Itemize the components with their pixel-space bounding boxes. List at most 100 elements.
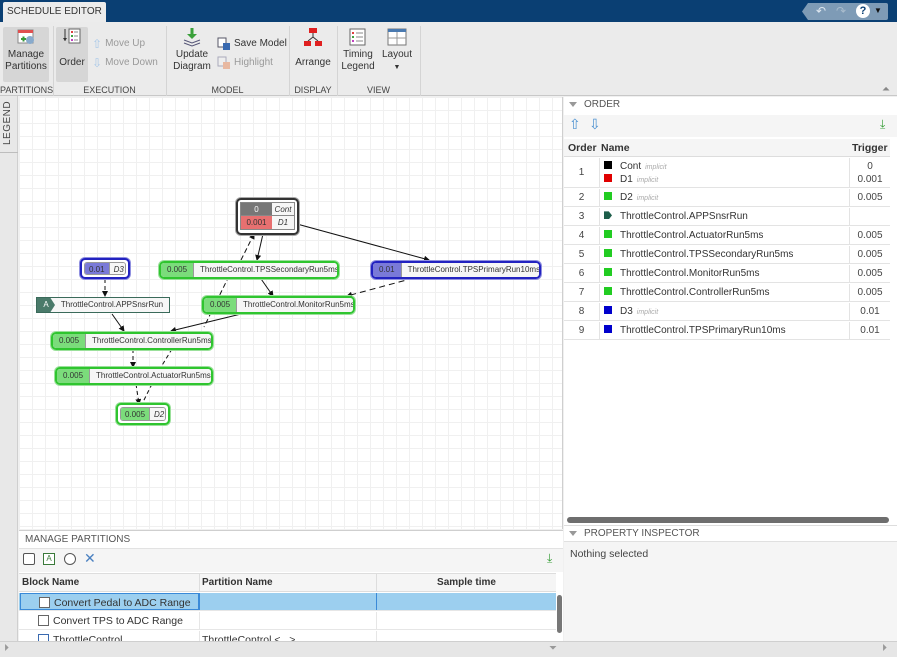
status-bar: ⏵ ⏷ ⏵	[0, 641, 897, 657]
column-header-partition-name[interactable]: Partition Name	[199, 574, 376, 591]
order-button[interactable]: Order	[56, 27, 88, 82]
trigger-cell: 0.005	[849, 246, 890, 263]
save-model-button[interactable]: Save Model	[217, 37, 287, 51]
edge	[346, 277, 415, 298]
group-label-partitions: PARTITIONS	[0, 85, 54, 95]
node-rate: 0.01	[373, 263, 401, 277]
node-cont-d1[interactable]: 0 Cont 0.001 D1	[236, 198, 299, 235]
order-entry-name: ThrottleControl.ActuatorRun5ms	[604, 230, 763, 241]
trigger-value: 0.01	[860, 325, 880, 336]
help-dropdown-icon[interactable]: ▼	[874, 6, 882, 15]
table-row[interactable]: Convert Pedal to ADC Range	[19, 593, 556, 611]
rate-color-icon	[604, 192, 612, 201]
entry-name: ThrottleControl.APPSnsrRun	[620, 211, 748, 222]
order-row[interactable]: 9 0.01 ThrottleControl.TPSPrimaryRun10ms	[564, 322, 890, 340]
delete-partition-icon[interactable]: ✕	[84, 550, 96, 567]
trigger-value: 0.005	[857, 268, 883, 279]
order-row[interactable]: 5 0.005 ThrottleControl.TPSSecondaryRun5ms	[564, 246, 890, 264]
timing-legend-button[interactable]: Timing Legend	[340, 27, 376, 82]
tab-schedule-editor[interactable]: SCHEDULE EDITOR	[3, 2, 106, 23]
apply-order-icon[interactable]: ⤓	[880, 117, 885, 132]
order-row[interactable]: 6 0.005 ThrottleControl.MonitorRun5ms	[564, 265, 890, 283]
title-bar: SCHEDULE EDITOR ↶ ↷ ? ▼	[0, 0, 897, 23]
partition-name-cell[interactable]	[199, 593, 376, 610]
node-d2[interactable]: 0.005 D2	[116, 403, 170, 425]
legend-tab[interactable]: LEGEND	[0, 97, 18, 153]
column-header-trigger[interactable]: Trigger	[852, 139, 888, 157]
order-row[interactable]: 3 ThrottleControl.APPSnsrRun	[564, 208, 890, 226]
node-name: D1	[272, 216, 294, 229]
order-row[interactable]: 2 0.005 D2 implicit	[564, 189, 890, 207]
redo-icon[interactable]: ↷	[836, 4, 846, 18]
collapse-ribbon-icon[interactable]: ⏶	[882, 84, 890, 95]
order-row[interactable]: 7 0.005 ThrottleControl.ControllerRun5ms	[564, 284, 890, 302]
expand-left-icon[interactable]: ⏵	[4, 643, 9, 654]
edge	[240, 233, 255, 261]
column-header-sample-time[interactable]: Sample time	[376, 574, 556, 591]
manage-partitions-button[interactable]: Manage Partitions	[3, 27, 49, 82]
column-header-block-name[interactable]: Block Name	[21, 574, 199, 591]
rate-color-icon	[604, 174, 612, 183]
partition-name-cell[interactable]	[199, 612, 376, 629]
trigger-cell: 0.01	[849, 322, 890, 339]
node-d3[interactable]: 0.01 D3	[80, 258, 130, 279]
empty-selection-text: Nothing selected	[570, 548, 649, 560]
add-partition-icon[interactable]	[64, 553, 76, 565]
edge	[142, 383, 153, 403]
highlight-button[interactable]: Highlight	[217, 56, 273, 70]
layout-dropdown-icon: ▼	[393, 64, 401, 71]
undo-icon[interactable]: ↶	[816, 4, 826, 18]
sample-time-cell[interactable]	[376, 631, 556, 641]
order-row[interactable]: 8 0.01 D3 implicit	[564, 303, 890, 321]
entry-name: D3	[620, 306, 633, 317]
node-controller[interactable]: 0.005 ThrottleControl.ControllerRun5ms	[51, 332, 213, 350]
trigger-cell: 0.005	[849, 227, 890, 244]
save-model-icon	[217, 37, 230, 50]
layout-icon	[387, 28, 407, 46]
node-apps[interactable]: A ThrottleControl.APPSnsrRun	[36, 297, 170, 313]
order-row[interactable]: 1 0 0.001 Cont implicit D1 implicit	[564, 158, 890, 188]
move-down-button[interactable]: ⇩ Move Down	[92, 56, 158, 70]
node-monitor[interactable]: 0.005 ThrottleControl.MonitorRun5ms	[202, 296, 355, 314]
horizontal-scrollbar[interactable]	[567, 517, 889, 523]
order-row[interactable]: 4 0.005 ThrottleControl.ActuatorRun5ms	[564, 227, 890, 245]
node-rate: 0.001	[241, 216, 272, 229]
node-rate: 0.005	[204, 298, 237, 312]
arrange-icon	[304, 28, 322, 46]
order-entry-name: D1 implicit	[604, 174, 658, 185]
entry-name: ThrottleControl.MonitorRun5ms	[620, 268, 760, 279]
expand-right-icon[interactable]: ⏵	[882, 643, 887, 654]
rate-color-icon	[604, 306, 612, 315]
layout-button[interactable]: Layout ▼	[380, 27, 414, 82]
move-up-button[interactable]: ⇧ Move Up	[92, 37, 145, 51]
column-header-order[interactable]: Order	[568, 139, 597, 157]
panel-title: MANAGE PARTITIONS	[25, 534, 131, 545]
sample-time-cell[interactable]	[376, 593, 556, 610]
column-header-name[interactable]: Name	[601, 139, 630, 157]
move-down-icon[interactable]: ⇩	[589, 116, 601, 133]
add-aperiodic-partition-icon[interactable]: A	[43, 553, 55, 565]
order-entry-name: ThrottleControl.TPSPrimaryRun10ms	[604, 325, 786, 336]
table-row[interactable]: Convert TPS to ADC Range	[19, 612, 556, 630]
sample-time-cell[interactable]	[376, 612, 556, 629]
help-icon[interactable]: ?	[856, 4, 870, 18]
order-number: 9	[564, 322, 600, 339]
entry-name: ThrottleControl.ActuatorRun5ms	[620, 230, 764, 241]
vertical-scrollbar[interactable]	[557, 595, 562, 633]
order-number: 1	[564, 158, 600, 187]
property-inspector-header[interactable]: PROPERTY INSPECTOR	[564, 526, 897, 542]
node-tps-primary[interactable]: 0.01 ThrottleControl.TPSPrimaryRun10ms	[371, 261, 541, 279]
collapse-bottom-icon[interactable]: ⏷	[549, 643, 557, 654]
node-actuator[interactable]: 0.005 ThrottleControl.ActuatorRun5ms	[55, 367, 213, 385]
order-icon	[63, 28, 81, 44]
schedule-diagram-canvas[interactable]: 0 Cont 0.001 D1 0.01 D3 0.005 ThrottleCo…	[19, 97, 563, 529]
add-periodic-partition-icon[interactable]	[23, 553, 35, 565]
trigger-value: 0.01	[860, 306, 880, 317]
partition-name-cell[interactable]: ThrottleControl <...>	[199, 631, 376, 641]
move-up-icon[interactable]: ⇧	[569, 116, 581, 133]
arrange-button[interactable]: Arrange	[294, 27, 332, 82]
node-tps-secondary[interactable]: 0.005 ThrottleControl.TPSSecondaryRun5ms	[159, 261, 339, 279]
update-diagram-button[interactable]: Update Diagram	[172, 27, 212, 82]
apply-icon[interactable]: ⤓	[547, 551, 552, 566]
order-section-header[interactable]: ORDER	[564, 97, 897, 113]
